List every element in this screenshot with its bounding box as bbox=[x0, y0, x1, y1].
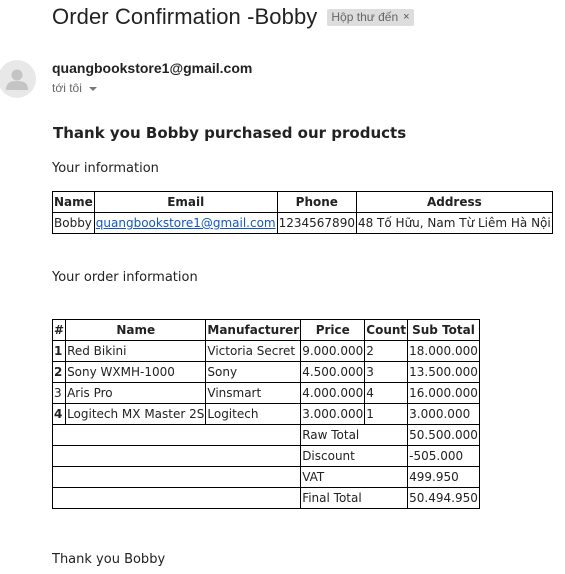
recipient-line[interactable]: tới tôi bbox=[52, 81, 97, 95]
your-information-label: Your information bbox=[52, 161, 159, 176]
email-subject: Order Confirmation -Bobby bbox=[52, 4, 318, 29]
order-information-label: Your order information bbox=[52, 270, 198, 285]
totals-label: VAT bbox=[300, 466, 409, 488]
product-manufacturer: Victoria Secret bbox=[205, 340, 302, 362]
product-manufacturer: Logitech bbox=[205, 403, 302, 425]
product-name: Red Bikini bbox=[65, 340, 207, 362]
row-index: 2 bbox=[51, 361, 67, 383]
product-count: 4 bbox=[364, 382, 409, 404]
customer-email: quangbookstore1@gmail.com bbox=[93, 212, 278, 234]
totals-label: Raw Total bbox=[300, 424, 409, 446]
header-price: Price bbox=[300, 319, 366, 341]
totals-row-raw-total: Raw Total 50.500.000 bbox=[51, 424, 480, 446]
header-phone: Phone bbox=[276, 191, 357, 213]
product-name: Logitech MX Master 2S bbox=[65, 403, 207, 425]
product-count: 1 bbox=[364, 403, 409, 425]
totals-label: Discount bbox=[300, 445, 409, 467]
product-price: 4.000.000 bbox=[300, 382, 366, 404]
row-index: 1 bbox=[51, 340, 67, 362]
totals-value: -505.000 bbox=[407, 445, 480, 467]
inbox-label-text: Hộp thư đến bbox=[331, 9, 399, 24]
row-index: 4 bbox=[51, 403, 67, 425]
product-subtotal: 18.000.000 bbox=[407, 340, 480, 362]
totals-value: 50.500.000 bbox=[407, 424, 480, 446]
product-count: 2 bbox=[364, 340, 409, 362]
product-subtotal: 16.000.000 bbox=[407, 382, 480, 404]
header-count: Count bbox=[364, 319, 409, 341]
customer-email-link[interactable]: quangbookstore1@gmail.com bbox=[96, 216, 276, 230]
product-name: Aris Pro bbox=[65, 382, 207, 404]
totals-spacer bbox=[51, 445, 302, 467]
row-index: 3 bbox=[51, 382, 67, 404]
table-row: 1 Red Bikini Victoria Secret 9.000.000 2… bbox=[51, 340, 480, 362]
sender-email[interactable]: quangbookstore1@gmail.com bbox=[52, 60, 252, 76]
table-header-row: Name Email Phone Address bbox=[52, 191, 553, 213]
totals-spacer bbox=[51, 466, 302, 488]
product-price: 4.500.000 bbox=[300, 361, 366, 383]
table-row: 2 Sony WXMH-1000 Sony 4.500.000 3 13.500… bbox=[51, 361, 480, 383]
customer-address: 48 Tố Hữu, Nam Từ Liêm Hà Nội bbox=[355, 212, 553, 234]
header-product-name: Name bbox=[65, 319, 207, 341]
header-index: # bbox=[51, 319, 67, 341]
customer-phone: 1234567890 bbox=[276, 212, 357, 234]
table-row: Bobby quangbookstore1@gmail.com 12345678… bbox=[52, 212, 553, 234]
subject-row: Order Confirmation -Bobby Hộp thư đến × bbox=[52, 4, 414, 30]
totals-row-final-total: Final Total 50.494.950 bbox=[51, 487, 480, 509]
totals-row-vat: VAT 499.950 bbox=[51, 466, 480, 488]
customer-info-table: Name Email Phone Address Bobby quangbook… bbox=[52, 191, 553, 234]
table-row: 4 Logitech MX Master 2S Logitech 3.000.0… bbox=[51, 403, 480, 425]
product-name: Sony WXMH-1000 bbox=[65, 361, 207, 383]
totals-spacer bbox=[51, 424, 302, 446]
customer-name: Bobby bbox=[52, 212, 95, 234]
product-price: 3.000.000 bbox=[300, 403, 366, 425]
remove-label-icon[interactable]: × bbox=[403, 11, 409, 23]
totals-value: 50.494.950 bbox=[407, 487, 480, 509]
product-manufacturer: Sony bbox=[205, 361, 302, 383]
totals-row-discount: Discount -505.000 bbox=[51, 445, 480, 467]
recipient-text: tới tôi bbox=[52, 81, 82, 95]
product-manufacturer: Vinsmart bbox=[205, 382, 302, 404]
totals-spacer bbox=[51, 487, 302, 509]
table-row: 3 Aris Pro Vinsmart 4.000.000 4 16.000.0… bbox=[51, 382, 480, 404]
table-header-row: # Name Manufacturer Price Count Sub Tota… bbox=[51, 319, 480, 341]
sender-avatar[interactable] bbox=[0, 60, 36, 98]
inbox-label-chip[interactable]: Hộp thư đến × bbox=[327, 8, 414, 26]
header-manufacturer: Manufacturer bbox=[205, 319, 302, 341]
closing-text: Thank you Bobby bbox=[52, 552, 166, 567]
product-count: 3 bbox=[364, 361, 409, 383]
totals-label: Final Total bbox=[300, 487, 409, 509]
thank-you-heading: Thank you Bobby purchased our products bbox=[53, 124, 407, 142]
header-name: Name bbox=[52, 191, 95, 213]
header-email: Email bbox=[93, 191, 278, 213]
totals-value: 499.950 bbox=[407, 466, 480, 488]
product-subtotal: 13.500.000 bbox=[407, 361, 480, 383]
order-table: # Name Manufacturer Price Count Sub Tota… bbox=[51, 319, 480, 509]
caret-down-icon[interactable] bbox=[88, 86, 97, 91]
product-price: 9.000.000 bbox=[300, 340, 366, 362]
header-address: Address bbox=[355, 191, 553, 213]
person-icon bbox=[6, 69, 28, 90]
header-subtotal: Sub Total bbox=[407, 319, 480, 341]
product-subtotal: 3.000.000 bbox=[407, 403, 480, 425]
